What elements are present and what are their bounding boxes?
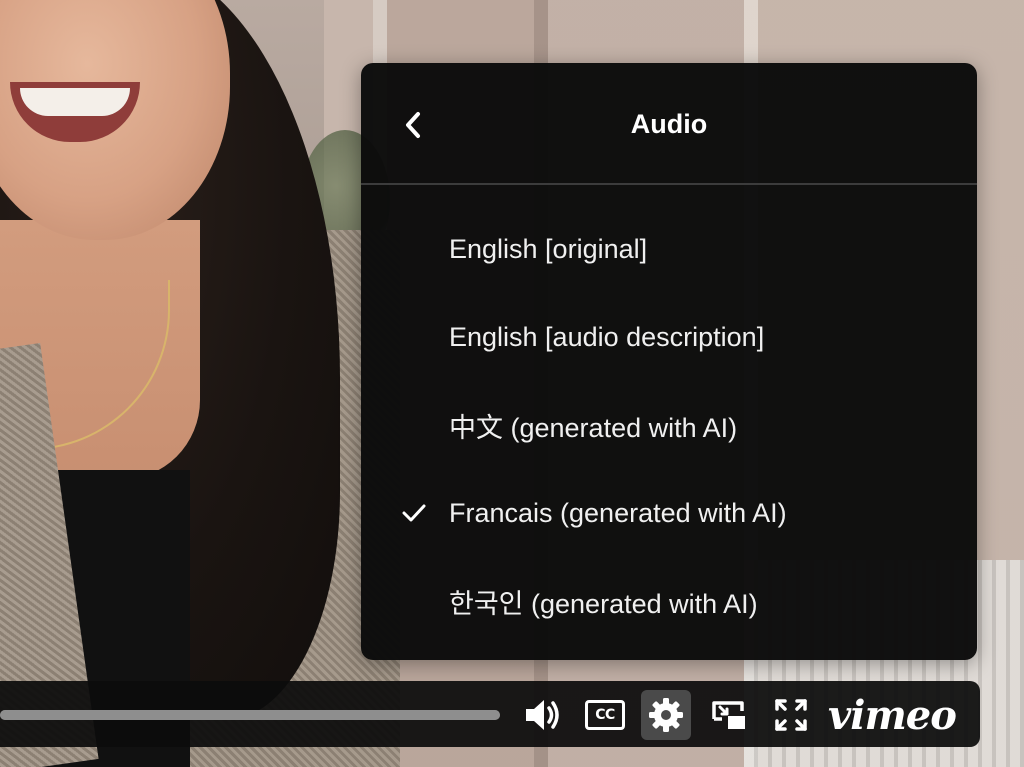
audio-track-label: 中文 (generated with AI) <box>449 412 738 443</box>
audio-track-option[interactable]: 한국인 (generated with AI) <box>361 557 977 645</box>
player-control-bar: CC vimeo <box>0 681 980 747</box>
volume-button[interactable] <box>518 690 568 740</box>
fullscreen-button[interactable] <box>766 690 816 740</box>
closed-captions-button[interactable]: CC <box>580 690 630 740</box>
back-button[interactable] <box>393 105 433 145</box>
audio-menu: Audio English [original] English [audio … <box>361 63 977 660</box>
audio-track-option[interactable]: 中文 (generated with AI) <box>361 381 977 469</box>
audio-track-label: Francais (generated with AI) <box>449 497 787 528</box>
progress-fill <box>0 710 500 720</box>
settings-button[interactable] <box>641 690 691 740</box>
picture-in-picture-icon <box>712 701 745 729</box>
audio-track-label: 한국인 (generated with AI) <box>449 588 758 619</box>
audio-track-option[interactable]: English [audio description] <box>361 293 977 381</box>
audio-track-list: English [original] English [audio descri… <box>361 185 977 645</box>
settings-gear-icon <box>649 698 683 732</box>
person-teeth <box>20 88 130 116</box>
menu-header: Audio <box>361 63 977 185</box>
chevron-left-icon <box>406 112 420 138</box>
volume-icon <box>526 700 559 730</box>
checkmark-icon <box>402 504 426 522</box>
audio-track-label: English [original] <box>449 233 648 264</box>
audio-track-option[interactable]: English [original] <box>361 205 977 293</box>
picture-in-picture-button[interactable] <box>704 690 754 740</box>
closed-captions-icon: CC <box>585 700 625 730</box>
vimeo-logo[interactable]: vimeo <box>828 691 957 739</box>
audio-track-label: English [audio description] <box>449 321 765 352</box>
progress-bar[interactable] <box>0 710 500 720</box>
audio-track-option[interactable]: Francais (generated with AI) <box>361 469 977 557</box>
fullscreen-icon <box>775 699 807 731</box>
menu-title: Audio <box>630 108 708 139</box>
